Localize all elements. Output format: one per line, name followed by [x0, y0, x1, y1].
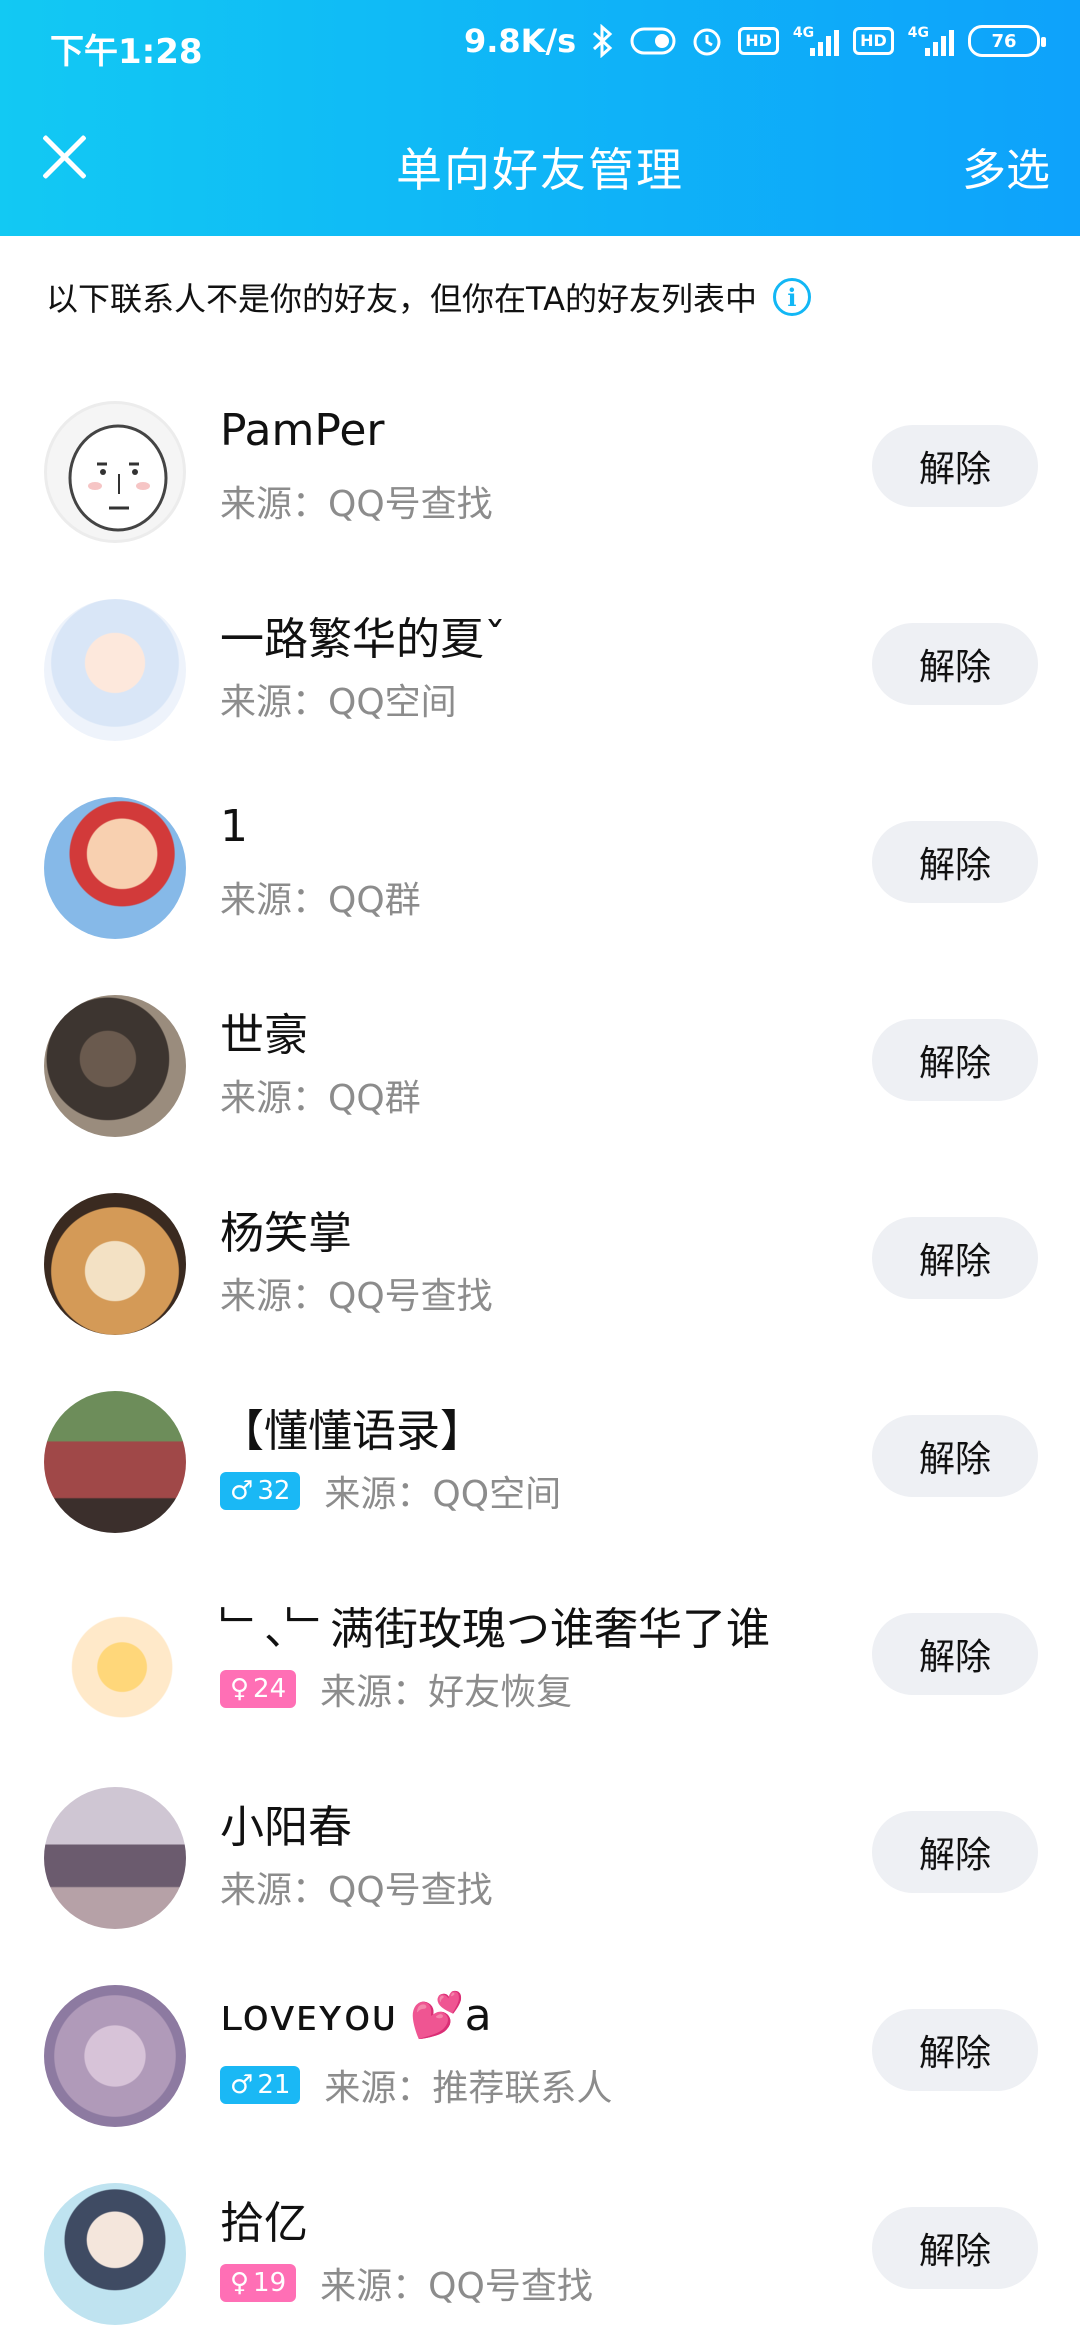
- contact-name: ﹂、﹂满街玫瑰つ谁奢华了谁: [220, 1604, 770, 1655]
- avatar[interactable]: [44, 995, 186, 1137]
- contact-name: 【懂懂语录】: [220, 1406, 484, 1457]
- list-item[interactable]: ﹂、﹂满街玫瑰つ谁奢华了谁 ♀ 24 来源：好友恢复 解除: [0, 1553, 1080, 1751]
- gender-age-badge: ♂ 32: [220, 1472, 301, 1510]
- avatar[interactable]: [44, 797, 186, 939]
- contact-meta: 来源：QQ号查找: [220, 475, 493, 527]
- notice: 以下联系人不是你的好友，但你在TA的好友列表中 i: [46, 274, 811, 320]
- avatar[interactable]: [44, 1391, 186, 1533]
- remove-button[interactable]: 解除: [872, 2207, 1038, 2289]
- list-item[interactable]: 一路繁华的夏ˇ 来源：QQ空间 解除: [0, 563, 1080, 761]
- contact-source: 来源：推荐联系人: [324, 2068, 613, 2109]
- contact-source: 来源：QQ号查找: [220, 1870, 493, 1911]
- contact-name: 小阳春: [220, 1802, 352, 1853]
- age-label: 19: [253, 2268, 287, 2298]
- contact-source: 来源：QQ空间: [324, 1474, 562, 1515]
- status-icons: 9.8K/s HD 4G HD 4G 76: [463, 22, 1046, 60]
- hd-icon: HD: [738, 27, 779, 55]
- female-icon: ♀: [230, 1674, 250, 1704]
- contact-meta: ♂ 32 来源：QQ空间: [220, 1465, 561, 1517]
- status-bar: 下午1:28 9.8K/s HD 4G HD 4G 76: [0, 0, 1080, 90]
- contact-meta: ♀ 19 来源：QQ号查找: [220, 2257, 593, 2309]
- remove-button[interactable]: 解除: [872, 2009, 1038, 2091]
- list-item[interactable]: PamPer 来源：QQ号查找 解除: [0, 365, 1080, 563]
- avatar[interactable]: [44, 2183, 186, 2325]
- network-type-label: 4G: [792, 25, 815, 41]
- avatar[interactable]: [44, 401, 186, 543]
- age-label: 21: [257, 2070, 291, 2100]
- list-item[interactable]: 拾亿 ♀ 19 来源：QQ号查找 解除: [0, 2147, 1080, 2340]
- remove-button[interactable]: 解除: [872, 623, 1038, 705]
- list-item[interactable]: 杨笑掌 来源：QQ号查找 解除: [0, 1157, 1080, 1355]
- contact-source: 来源：QQ群: [220, 880, 421, 921]
- remove-button[interactable]: 解除: [872, 1217, 1038, 1299]
- contact-meta: 来源：QQ号查找: [220, 1861, 493, 1913]
- contact-name: ʟᴏᴠᴇʏᴏᴜ 💕a: [220, 1990, 492, 2041]
- network-speed: 9.8K/s: [463, 22, 577, 60]
- female-icon: ♀: [230, 2268, 250, 2298]
- contact-meta: 来源：QQ号查找: [220, 1267, 493, 1319]
- remove-button[interactable]: 解除: [872, 1415, 1038, 1497]
- remove-button[interactable]: 解除: [872, 1019, 1038, 1101]
- age-label: 32: [257, 1476, 291, 1506]
- signal-icon-2: 4G: [907, 25, 954, 56]
- bluetooth-icon: [590, 24, 616, 58]
- list-item[interactable]: 1 来源：QQ群 解除: [0, 761, 1080, 959]
- nav-bar: 单向好友管理 多选: [0, 90, 1080, 236]
- alarm-icon: [690, 24, 724, 58]
- contact-meta: 来源：QQ空间: [220, 673, 457, 725]
- hd-icon-2: HD: [853, 27, 894, 55]
- toggle-icon: [630, 27, 676, 55]
- avatar[interactable]: [44, 1787, 186, 1929]
- status-time: 下午1:28: [50, 32, 203, 72]
- multi-select-button[interactable]: 多选: [962, 134, 1050, 198]
- info-icon[interactable]: i: [772, 278, 811, 316]
- contact-source: 来源：QQ空间: [220, 682, 457, 723]
- battery-level: 76: [991, 30, 1017, 52]
- contact-source: 来源：QQ群: [220, 1078, 421, 1119]
- notice-text: 以下联系人不是你的好友，但你在TA的好友列表中: [46, 280, 757, 318]
- list-item[interactable]: 世豪 来源：QQ群 解除: [0, 959, 1080, 1157]
- contact-source: 来源：QQ号查找: [320, 2266, 593, 2307]
- contact-name: 杨笑掌: [220, 1208, 352, 1259]
- age-label: 24: [253, 1674, 287, 1704]
- gender-age-badge: ♂ 21: [220, 2066, 301, 2104]
- contact-name: 一路繁华的夏ˇ: [220, 614, 506, 665]
- contact-name: PamPer: [220, 405, 385, 456]
- avatar[interactable]: [44, 1193, 186, 1335]
- remove-button[interactable]: 解除: [872, 1613, 1038, 1695]
- list-item[interactable]: ʟᴏᴠᴇʏᴏᴜ 💕a ♂ 21 来源：推荐联系人 解除: [0, 1949, 1080, 2147]
- network-type-label-2: 4G: [907, 25, 929, 41]
- contact-name: 世豪: [220, 1010, 308, 1061]
- gender-age-badge: ♀ 19: [220, 2264, 297, 2302]
- info-glyph: i: [787, 282, 797, 312]
- avatar[interactable]: [44, 1985, 186, 2127]
- contact-meta: 来源：QQ群: [220, 1069, 421, 1121]
- contact-name: 拾亿: [220, 2198, 308, 2249]
- contact-source: 来源：好友恢复: [320, 1672, 573, 1713]
- remove-button[interactable]: 解除: [872, 425, 1038, 507]
- list-item[interactable]: 【懂懂语录】 ♂ 32 来源：QQ空间 解除: [0, 1355, 1080, 1553]
- contact-meta: ♂ 21 来源：推荐联系人: [220, 2059, 612, 2111]
- contact-meta: ♀ 24 来源：好友恢复: [220, 1663, 572, 1715]
- gender-age-badge: ♀ 24: [220, 1670, 297, 1708]
- contact-source: 来源：QQ号查找: [220, 484, 493, 525]
- battery-icon: 76: [968, 25, 1046, 57]
- contact-name: 1: [220, 801, 248, 852]
- remove-button[interactable]: 解除: [872, 1811, 1038, 1893]
- avatar[interactable]: [44, 1589, 186, 1731]
- contact-meta: 来源：QQ群: [220, 871, 421, 923]
- page-title: 单向好友管理: [396, 143, 684, 197]
- contact-list: PamPer 来源：QQ号查找 解除 一路繁华的夏ˇ 来源：QQ空间 解除 1 …: [0, 365, 1080, 2340]
- list-item[interactable]: 小阳春 来源：QQ号查找 解除: [0, 1751, 1080, 1949]
- signal-icon: 4G: [792, 25, 840, 56]
- contact-source: 来源：QQ号查找: [220, 1276, 493, 1317]
- male-icon: ♂: [230, 2070, 254, 2100]
- male-icon: ♂: [230, 1476, 254, 1506]
- avatar[interactable]: [44, 599, 186, 741]
- remove-button[interactable]: 解除: [872, 821, 1038, 903]
